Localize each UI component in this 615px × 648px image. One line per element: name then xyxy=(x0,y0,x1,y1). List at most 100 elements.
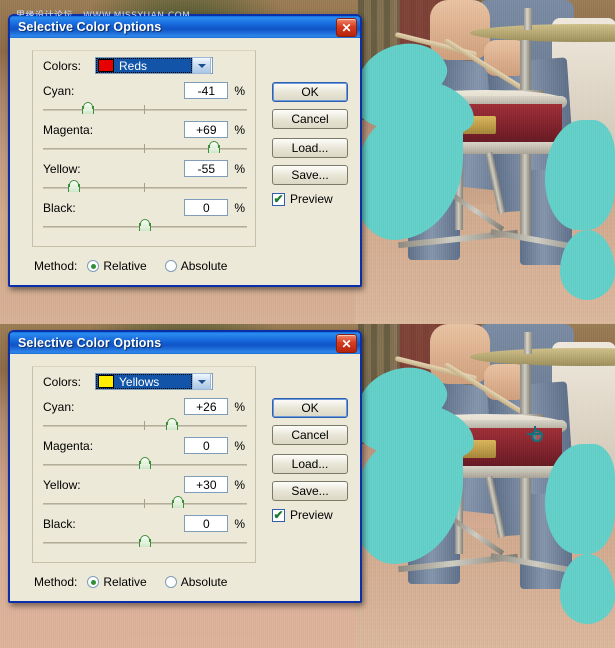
save-button[interactable]: Save... xyxy=(272,165,348,185)
slider-track xyxy=(43,503,247,505)
channel-slider[interactable] xyxy=(43,141,247,155)
channel-label: Black: xyxy=(43,200,76,215)
radio-relative[interactable]: Relative xyxy=(87,259,147,273)
channel-slider[interactable] xyxy=(43,418,247,432)
channel-magenta: Magenta: +69 % xyxy=(43,119,247,155)
ok-button[interactable]: OK xyxy=(272,82,348,102)
dialog-body: Colors: Yellows Cyan: +26 % Magenta: 0 %… xyxy=(10,354,360,601)
colors-row: Colors: Reds xyxy=(43,57,245,74)
radio-dot xyxy=(164,260,177,272)
radio-absolute[interactable]: Absolute xyxy=(164,259,228,273)
channel-slider[interactable] xyxy=(43,457,247,471)
radio-relative[interactable]: Relative xyxy=(87,575,147,589)
radio-label: Relative xyxy=(103,259,147,273)
chevron-down-icon[interactable] xyxy=(192,373,211,390)
slider-thumb[interactable] xyxy=(67,180,80,193)
channel-field-wrap: 0 % xyxy=(184,199,245,216)
dialog-titlebar[interactable]: Selective Color Options ✕ xyxy=(10,332,360,354)
slider-thumb[interactable] xyxy=(139,457,151,470)
colors-label: Colors: xyxy=(43,374,82,389)
dialog-body: Colors: Reds Cyan: -41 % Magenta: +69 % … xyxy=(10,38,360,285)
channel-field-wrap: +30 % xyxy=(184,476,245,493)
color-adjust-group: Colors: Yellows Cyan: +26 % Magenta: 0 %… xyxy=(32,366,256,563)
channel-row: Cyan: -41 % xyxy=(43,80,245,101)
radio-dot xyxy=(87,260,100,272)
channel-label: Yellow: xyxy=(43,161,81,176)
channel-unit: % xyxy=(234,477,245,492)
channel-label: Cyan: xyxy=(43,399,75,414)
channel-input[interactable]: 0 xyxy=(184,515,229,532)
dialog-title: Selective Color Options xyxy=(18,20,162,34)
preview-checkbox[interactable]: ✔ Preview xyxy=(272,192,348,206)
radio-dot xyxy=(87,576,100,588)
channel-input[interactable]: 0 xyxy=(184,199,229,216)
close-icon[interactable]: ✕ xyxy=(336,334,357,353)
load-button[interactable]: Load... xyxy=(272,138,348,158)
channel-unit: % xyxy=(234,200,245,215)
slider-thumb[interactable] xyxy=(208,141,221,154)
channel-slider[interactable] xyxy=(43,535,247,549)
colors-value-text: Yellows xyxy=(119,374,160,389)
channel-label: Cyan: xyxy=(43,83,75,98)
colors-selected-value[interactable]: Reds xyxy=(96,58,192,73)
chevron-down-icon[interactable] xyxy=(192,57,211,74)
channel-slider[interactable] xyxy=(43,102,247,116)
channel-cyan: Cyan: -41 % xyxy=(43,80,247,116)
color-adjust-group: Colors: Reds Cyan: -41 % Magenta: +69 % … xyxy=(32,50,256,247)
channel-unit: % xyxy=(234,83,245,98)
channel-input[interactable]: +30 xyxy=(184,476,229,493)
slider-thumb[interactable] xyxy=(81,102,94,115)
checkbox-icon: ✔ xyxy=(272,508,285,522)
channel-unit: % xyxy=(234,161,245,176)
channel-field-wrap: 0 % xyxy=(184,515,245,532)
channel-unit: % xyxy=(234,399,245,414)
channel-row: Magenta: 0 % xyxy=(43,435,245,456)
channel-input[interactable]: -55 xyxy=(184,160,229,177)
slider-thumb[interactable] xyxy=(139,535,151,548)
save-button[interactable]: Save... xyxy=(272,481,348,501)
colors-dropdown[interactable]: Yellows xyxy=(95,373,213,390)
dialog-buttons: OK Cancel Load... Save... ✔ Preview xyxy=(272,398,348,522)
channel-input[interactable]: 0 xyxy=(184,437,229,454)
selective-color-dialog-1[interactable]: 思缘设计论坛 WWW.MISSYUAN.COM Selective Color … xyxy=(8,11,362,287)
channel-field-wrap: -55 % xyxy=(184,160,245,177)
channel-field-wrap: +26 % xyxy=(184,398,245,415)
radio-dot xyxy=(164,576,177,588)
preview-checkbox[interactable]: ✔ Preview xyxy=(272,508,348,522)
channel-slider[interactable] xyxy=(43,180,247,194)
color-swatch xyxy=(98,59,114,72)
method-label: Method: xyxy=(34,575,78,589)
radio-absolute[interactable]: Absolute xyxy=(164,575,228,589)
channel-black: Black: 0 % xyxy=(43,197,247,233)
colors-dropdown[interactable]: Reds xyxy=(95,57,213,74)
channel-input[interactable]: +69 xyxy=(184,121,229,138)
slider-midpoint xyxy=(144,421,145,430)
colors-selected-value[interactable]: Yellows xyxy=(96,374,192,389)
preview-label: Preview xyxy=(290,508,333,522)
cancel-button[interactable]: Cancel xyxy=(272,425,348,445)
channel-input[interactable]: -41 xyxy=(184,82,229,99)
slider-midpoint xyxy=(144,144,145,153)
slider-thumb[interactable] xyxy=(171,496,184,509)
channel-unit: % xyxy=(234,438,245,453)
radio-label: Absolute xyxy=(180,575,228,589)
channel-row: Yellow: +30 % xyxy=(43,474,245,495)
channel-slider[interactable] xyxy=(43,496,247,510)
radio-label: Absolute xyxy=(180,259,228,273)
channel-yellow: Yellow: +30 % xyxy=(43,474,247,510)
load-button[interactable]: Load... xyxy=(272,454,348,474)
selective-color-dialog-2[interactable]: Selective Color Options ✕ Colors: Yellow… xyxy=(8,330,362,603)
slider-thumb[interactable] xyxy=(139,219,151,232)
channel-row: Yellow: -55 % xyxy=(43,158,245,179)
channel-slider[interactable] xyxy=(43,219,247,233)
ok-button[interactable]: OK xyxy=(272,398,348,418)
slider-thumb[interactable] xyxy=(165,418,178,431)
dialog-title: Selective Color Options xyxy=(18,336,162,350)
channel-input[interactable]: +26 xyxy=(184,398,229,415)
close-icon[interactable]: ✕ xyxy=(336,18,357,37)
dialog-buttons: OK Cancel Load... Save... ✔ Preview xyxy=(272,82,348,206)
dialog-titlebar[interactable]: Selective Color Options ✕ xyxy=(10,16,360,38)
cancel-button[interactable]: Cancel xyxy=(272,109,348,129)
channel-field-wrap: +69 % xyxy=(184,121,245,138)
channel-row: Cyan: +26 % xyxy=(43,396,245,417)
